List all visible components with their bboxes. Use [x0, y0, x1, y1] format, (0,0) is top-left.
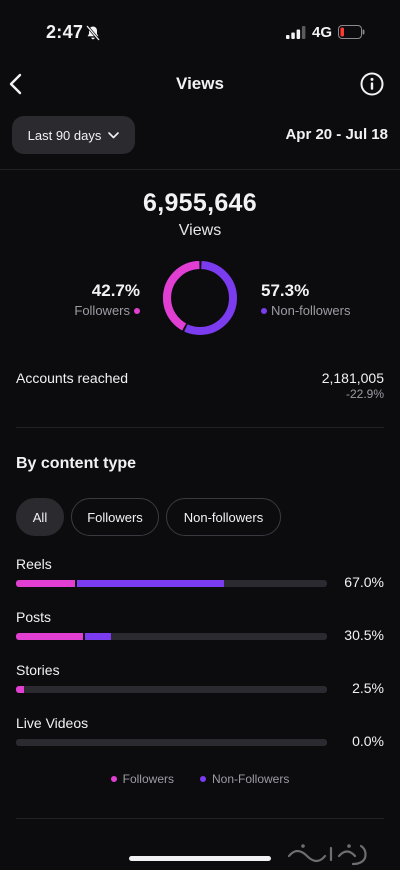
content-type-row-reels: Reels 67.0% [16, 556, 384, 600]
date-range-dropdown[interactable]: Last 90 days [12, 116, 135, 154]
home-indicator[interactable] [129, 856, 271, 861]
network-label: 4G [312, 24, 333, 41]
content-type-percent: 2.5% [352, 680, 384, 696]
legend-nonfollowers-dot [200, 776, 206, 782]
divider [16, 427, 384, 428]
content-type-bar [16, 633, 327, 640]
battery-low-icon [338, 25, 365, 39]
content-type-label: Reels [16, 556, 52, 572]
status-bar: 2:47 4G [0, 0, 400, 60]
nonfollowers-label: Non-followers [271, 303, 351, 318]
content-type-percent: 30.5% [344, 627, 384, 643]
nonfollowers-segment [75, 580, 225, 587]
followers-donut-chart [162, 260, 238, 336]
nav-bar: Views [0, 62, 400, 106]
content-type-bar [16, 580, 327, 587]
chart-legend: Followers Non-Followers [0, 772, 400, 786]
followers-split: 42.7% Followers [74, 281, 140, 318]
nonfollowers-segment [82, 633, 111, 640]
filter-chip-nonfollowers[interactable]: Non-followers [166, 498, 281, 536]
views-label: Views [178, 222, 222, 239]
nonfollowers-dot [261, 307, 267, 314]
followers-dot [134, 307, 140, 314]
content-type-percent: 0.0% [352, 733, 384, 749]
watermark-logo [287, 844, 367, 866]
content-type-bar [16, 686, 327, 693]
legend-followers: Followers [110, 772, 174, 786]
legend-nonfollowers-label: Non-Followers [212, 772, 290, 786]
info-icon [360, 72, 384, 96]
content-type-percent: 67.0% [344, 574, 384, 590]
divider [0, 169, 400, 170]
legend-nonfollowers: Non-Followers [200, 772, 289, 786]
content-type-row-posts: Posts 30.5% [16, 609, 384, 653]
filter-chip-all[interactable]: All [16, 498, 64, 536]
nonfollowers-split: 57.3% Non-followers [261, 281, 350, 318]
content-type-label: Stories [16, 662, 60, 678]
page-title: Views [176, 74, 224, 93]
chevron-down-icon [108, 131, 120, 138]
content-type-bar [16, 739, 327, 746]
legend-followers-label: Followers [122, 772, 174, 786]
nonfollowers-percent: 57.3% [261, 281, 310, 300]
info-button[interactable] [360, 72, 384, 96]
followers-segment [16, 580, 76, 587]
followers-percent: 42.7% [91, 281, 140, 300]
content-type-row-live-videos: Live Videos 0.0% [16, 715, 384, 759]
legend-followers-dot [110, 776, 117, 782]
status-time: 2:47 [46, 22, 84, 42]
date-range-label: Last 90 days [27, 127, 102, 143]
filter-chip-followers[interactable]: Followers [71, 498, 159, 536]
content-type-label: Live Videos [16, 715, 89, 731]
content-type-row-stories: Stories 2.5% [16, 662, 384, 706]
date-range-text: Apr 20 - Jul 18 [285, 126, 388, 143]
bell-slash-icon [86, 25, 100, 41]
signal-icon [286, 26, 306, 39]
content-type-title: By content type [16, 455, 137, 472]
accounts-reached-value: 2,181,005 [321, 370, 384, 386]
followers-label: Followers [74, 303, 130, 318]
content-type-label: Posts [16, 609, 52, 625]
divider [16, 818, 384, 819]
accounts-reached-change: -22.9% [345, 387, 384, 401]
followers-segment [16, 633, 83, 640]
followers-segment [16, 686, 24, 693]
views-total: 6,955,646 [143, 189, 257, 217]
accounts-reached-label: Accounts reached [16, 370, 129, 386]
